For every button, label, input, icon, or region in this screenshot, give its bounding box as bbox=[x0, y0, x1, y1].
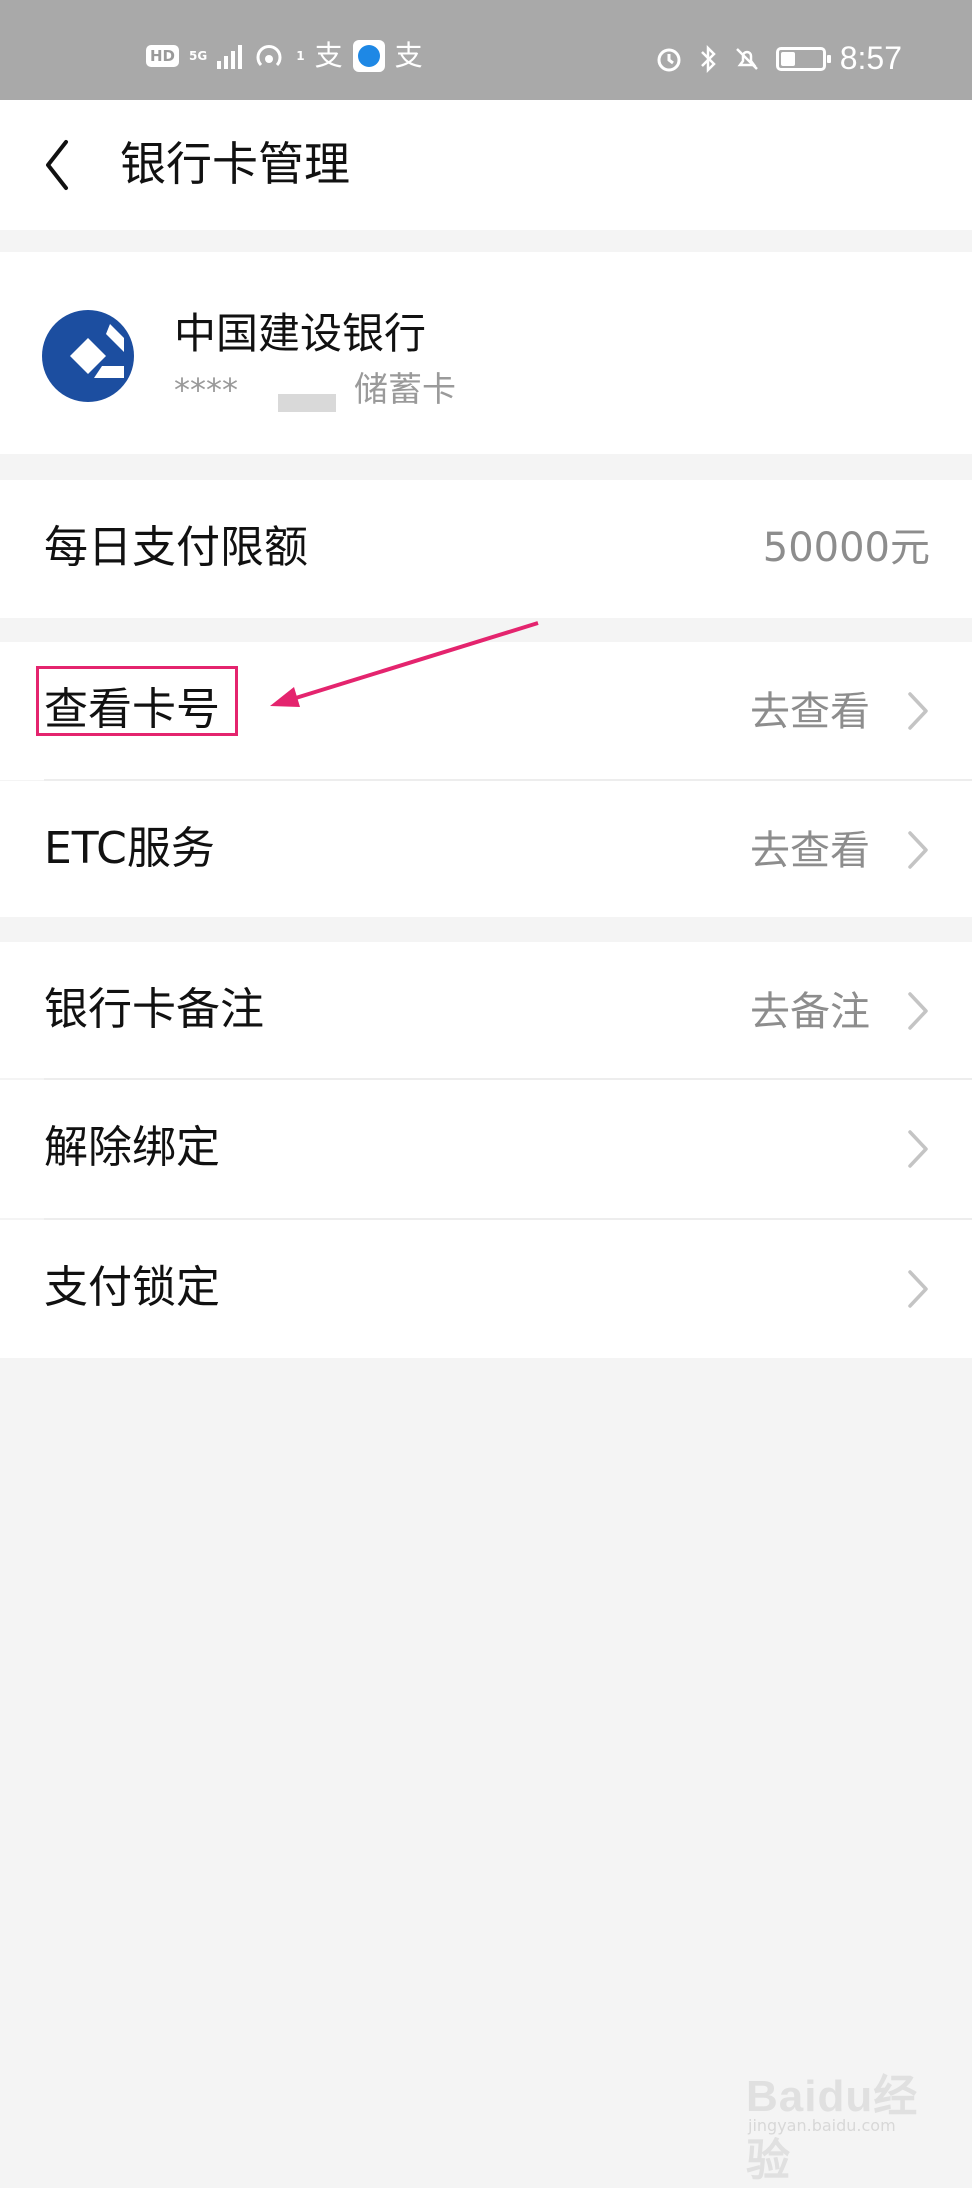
list-item-etc-service[interactable]: ETC服务 去查看 bbox=[0, 781, 972, 917]
chevron-right-icon bbox=[908, 831, 928, 869]
back-icon[interactable] bbox=[30, 130, 100, 200]
daily-limit-value: 50000元 bbox=[762, 525, 930, 571]
mute-icon bbox=[735, 47, 758, 70]
card-number-redacted bbox=[278, 394, 336, 412]
status-right-icons: 8:57 bbox=[654, 40, 902, 77]
status-left-icons: HD 5G 1 支 支 bbox=[146, 40, 423, 72]
signal-icon bbox=[217, 43, 243, 69]
page-title: 银行卡管理 bbox=[120, 137, 350, 191]
list-item-label: 解除绑定 bbox=[44, 1122, 220, 1173]
chevron-right-icon bbox=[908, 1270, 928, 1308]
list-item-action: 去查看 bbox=[750, 828, 870, 874]
battery-icon bbox=[775, 46, 831, 71]
daily-limit-row: 每日支付限额 50000元 bbox=[0, 480, 972, 618]
list-item-card-note[interactable]: 银行卡备注 去备注 bbox=[0, 942, 972, 1078]
baidu-jingyan-watermark: Baidu经验 jingyan.baidu.com bbox=[740, 2050, 940, 2185]
app-notification-icon bbox=[352, 40, 385, 72]
chevron-right-icon bbox=[908, 692, 928, 730]
list-item-label: ETC服务 bbox=[44, 823, 215, 874]
watermark-url: jingyan.baidu.com bbox=[748, 2116, 896, 2135]
list-item-action: 去查看 bbox=[750, 689, 870, 735]
card-number-masked: **** bbox=[174, 371, 238, 409]
card-type: 储蓄卡 bbox=[354, 370, 456, 410]
chevron-right-icon bbox=[908, 1130, 928, 1168]
alipay-notification-icon: 支 bbox=[314, 39, 343, 72]
bluetooth-icon bbox=[700, 44, 716, 73]
annotation-highlight-box bbox=[36, 666, 238, 736]
hotspot-count: 1 bbox=[296, 49, 305, 63]
hotspot-icon bbox=[256, 45, 282, 67]
status-time: 8:57 bbox=[839, 40, 902, 76]
bank-name: 中国建设银行 bbox=[174, 309, 427, 358]
annotation-arrow-icon bbox=[270, 621, 539, 707]
list-item-payment-lock[interactable]: 支付锁定 bbox=[0, 1220, 972, 1358]
list-item-action: 去备注 bbox=[750, 989, 870, 1035]
list-item-unbind[interactable]: 解除绑定 bbox=[0, 1080, 972, 1218]
hd-badge: HD bbox=[146, 45, 180, 67]
network-type: 5G bbox=[189, 49, 208, 63]
card-info: 中国建设银行 **** 储蓄卡 bbox=[0, 252, 972, 454]
list-item-label: 支付锁定 bbox=[44, 1262, 220, 1313]
ccb-logo-icon bbox=[42, 310, 134, 402]
status-bar: HD 5G 1 支 支 8:57 bbox=[0, 0, 972, 100]
alipay-notification-icon-2: 支 bbox=[394, 39, 423, 72]
list-item-label: 银行卡备注 bbox=[44, 984, 264, 1035]
chevron-right-icon bbox=[908, 992, 928, 1030]
daily-limit-label: 每日支付限额 bbox=[44, 522, 308, 573]
alarm-icon bbox=[657, 48, 681, 71]
